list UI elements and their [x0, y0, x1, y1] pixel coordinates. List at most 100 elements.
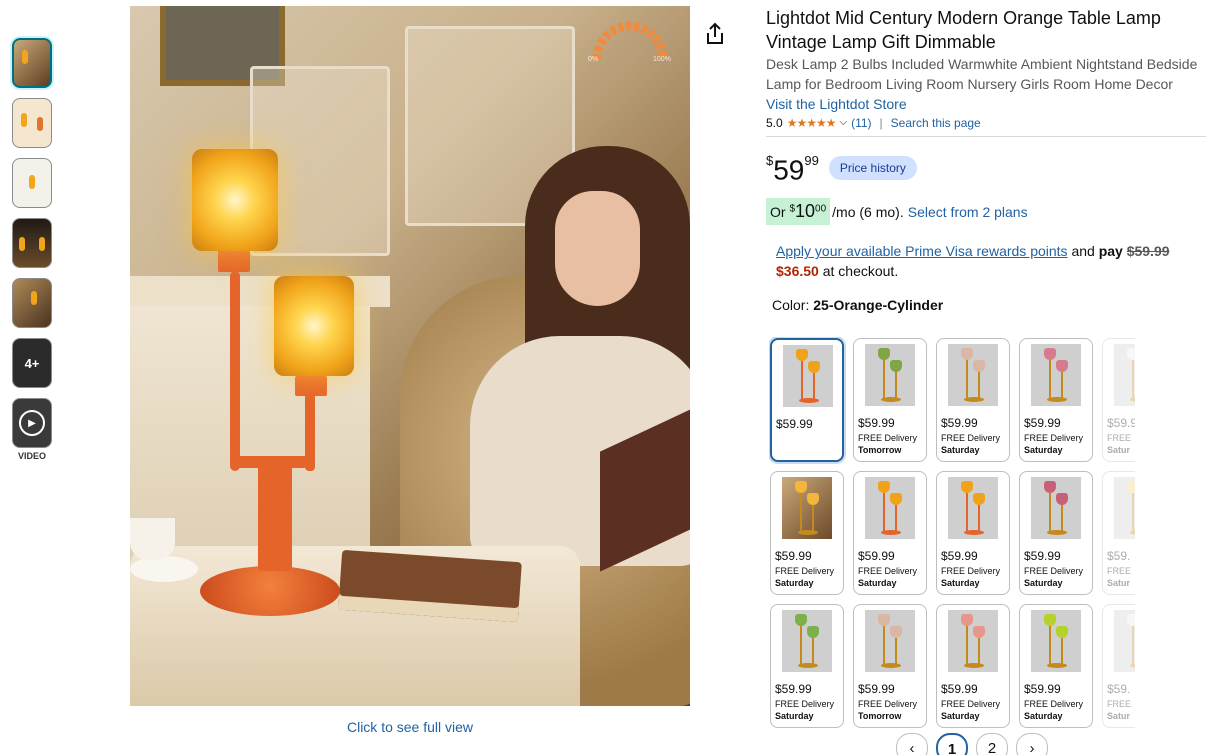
and-text: and [1071, 243, 1095, 260]
swatch-lamp-pole [1132, 358, 1134, 400]
swatch-lamp-shade [796, 349, 808, 361]
swatch-lamp-shade [1044, 614, 1056, 626]
swatch-price: $59.99 [941, 549, 978, 563]
swatch-delivery: FREE Satur [1107, 565, 1131, 589]
swatch-lamp-pole [978, 636, 980, 666]
swatch-delivery-text: FREE Delivery [858, 699, 918, 709]
swatch-lamp-pole [978, 370, 980, 400]
swatch-lamp-pole [883, 358, 885, 400]
swatch-price: $59.99 [1024, 549, 1061, 563]
or-label: Or [770, 204, 786, 221]
pay-text: pay [1098, 243, 1123, 260]
swatch-delivery-day: Saturday [775, 578, 814, 588]
monthly-whole: 10 [795, 201, 816, 222]
swatch-image [1114, 477, 1135, 539]
swatch-image [865, 477, 915, 539]
swatch-delivery: FREE Delivery Saturday [775, 698, 834, 722]
swatch-lamp-base [798, 530, 818, 535]
color-swatch[interactable]: $59.99 FREE Delivery Saturday [1019, 471, 1093, 595]
swatch-lamp-pole [978, 503, 980, 533]
color-swatch[interactable]: $59.99 FREE Delivery Saturday [1019, 604, 1093, 728]
share-icon[interactable] [704, 22, 726, 46]
swatch-lamp-pole [800, 491, 802, 533]
pager-next-button[interactable]: › [1016, 733, 1048, 755]
swatch-delivery: FREE Delivery Saturday [1024, 432, 1083, 456]
pager-prev-button[interactable]: ‹ [896, 733, 928, 755]
color-swatch-grid: $59.99 $59.99 FREE Delivery Tomorrow $59.99 F… [769, 337, 1135, 732]
star-rating-icon[interactable]: ★★★★★ [787, 114, 837, 132]
swatch-price: $59.99 [941, 416, 978, 430]
monthly-fraction: 00 [815, 203, 827, 215]
color-swatch[interactable]: $59.99 FREE Delivery Tomorrow [853, 604, 927, 728]
search-page-link[interactable]: Search this page [891, 114, 981, 132]
color-swatch[interactable]: $59.99 FREE Delivery Saturday [936, 338, 1010, 462]
color-swatch[interactable]: $59. FREE Satur [1102, 471, 1135, 595]
swatch-lamp-base [881, 663, 901, 668]
thumbnail-image-4[interactable] [12, 218, 52, 268]
color-swatch[interactable]: $59.99 FREE Delivery Saturday [770, 471, 844, 595]
swatch-image [1114, 344, 1135, 406]
thumbnail-lamp-glyph [19, 237, 25, 251]
thumbnail-image-5[interactable] [12, 278, 52, 328]
swatch-delivery: FREE Delivery Saturday [775, 565, 834, 589]
color-swatch[interactable]: $59.99 FREE Delivery Saturday [936, 471, 1010, 595]
swatch-delivery: FREE Delivery Saturday [858, 565, 917, 589]
thumbnail-lamp-glyph [22, 50, 28, 64]
thumbnail-image-2[interactable] [12, 98, 52, 148]
swatch-image [782, 610, 832, 672]
swatch-lamp-pole [813, 371, 815, 401]
thumbnail-more-button[interactable]: 4+ [12, 338, 52, 388]
color-swatch[interactable]: $59.99 FREE Delivery Tomorrow [853, 338, 927, 462]
dimmer-min-label: 0% [588, 56, 599, 63]
chevron-down-icon[interactable]: ⌵ [839, 114, 847, 132]
swatch-image [865, 344, 915, 406]
swatch-lamp-base [798, 663, 818, 668]
swatch-lamp-base [881, 397, 901, 402]
price: $5999 [766, 151, 819, 184]
select-plans-link[interactable]: Select from 2 plans [908, 204, 1028, 220]
swatch-lamp-shade [1044, 348, 1056, 360]
thumbnail-image-3[interactable] [12, 158, 52, 208]
swatch-lamp-shade [807, 493, 819, 505]
thumbnail-lamp-glyph [37, 117, 43, 131]
swatch-price: $59.99 [776, 417, 813, 431]
color-swatch[interactable]: $59.99 FREE Delivery Saturday [853, 471, 927, 595]
dimmer-gauge-icon [592, 21, 668, 60]
main-product-image[interactable]: 0% 100% [130, 6, 690, 706]
swatch-delivery-text: FREE Delivery [858, 566, 918, 576]
swatch-lamp-pole [966, 624, 968, 666]
color-swatch[interactable]: $59. FREE Satur [1102, 604, 1135, 728]
swatch-lamp-shade [878, 348, 890, 360]
old-price: $59.99 [1126, 243, 1170, 260]
color-swatch[interactable]: $59.99 [770, 338, 844, 462]
lamp-shade-top-graphic [192, 149, 278, 251]
full-view-link[interactable]: Click to see full view [130, 719, 690, 735]
store-link[interactable]: Visit the Lightdot Store [766, 94, 1206, 114]
color-swatch[interactable]: $59.99 FREE Delivery Saturday [770, 604, 844, 728]
swatch-lamp-pole [801, 359, 803, 401]
pager-page-1[interactable]: 1 [936, 733, 968, 755]
swatch-delivery-day: Saturday [941, 711, 980, 721]
swatch-delivery-text: FREE Delivery [1024, 699, 1084, 709]
pager-page-2[interactable]: 2 [976, 733, 1008, 755]
thumbnail-video[interactable]: ▶ [12, 398, 52, 448]
color-swatch[interactable]: $59.99 FREE Delivery Saturday [1019, 338, 1093, 462]
swatch-lamp-base [964, 530, 984, 535]
swatch-image [865, 610, 915, 672]
thumbnail-image-1[interactable] [12, 38, 52, 88]
swatch-lamp-base [1130, 530, 1135, 535]
swatch-lamp-shade [973, 493, 985, 505]
swatch-lamp-base [1130, 663, 1135, 668]
prime-visa-link[interactable]: Apply your available Prime Visa rewards … [776, 243, 1068, 259]
swatch-lamp-pole [895, 503, 897, 533]
price-history-button[interactable]: Price history [828, 155, 917, 180]
review-count-link[interactable]: (11) [851, 114, 871, 132]
swatch-delivery: FREE Delivery Tomorrow [858, 698, 917, 722]
swatch-lamp-shade [1127, 614, 1135, 626]
swatch-delivery: FREE Delivery Saturday [1024, 698, 1083, 722]
color-swatch[interactable]: $59.99 FREE Delivery Saturday [936, 604, 1010, 728]
color-label: Color: [772, 297, 810, 314]
color-swatch[interactable]: $59.9 FREE Satur [1102, 338, 1135, 462]
swatch-lamp-shade [890, 493, 902, 505]
swatch-pager: ‹ 1 2 › [896, 733, 1048, 755]
